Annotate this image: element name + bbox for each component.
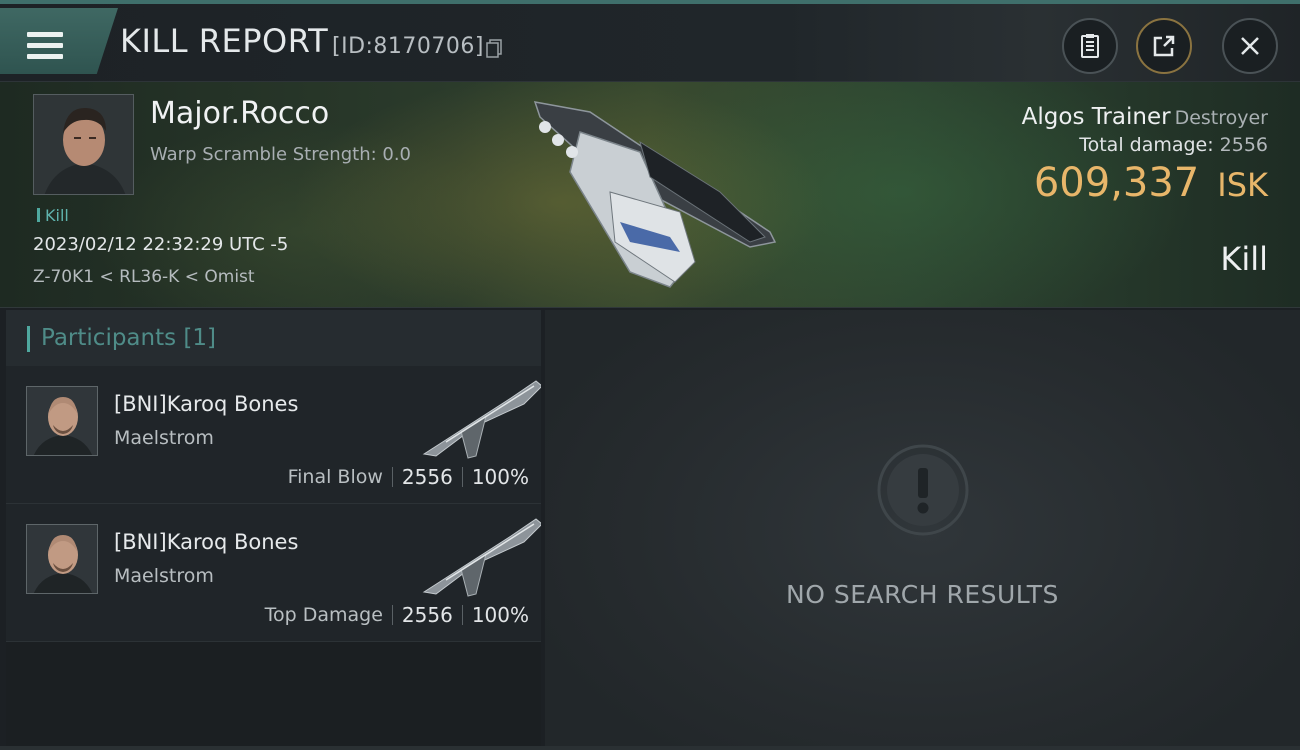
participant-portrait-image: [27, 387, 97, 455]
total-damage-value: 2556: [1219, 134, 1268, 156]
participant-ship: Maelstrom: [114, 565, 214, 587]
victim-ship-class: Destroyer: [1174, 107, 1268, 129]
participant-percent: 100%: [471, 465, 529, 489]
participant-damage: 2556: [401, 465, 453, 489]
warp-scramble-strength: Warp Scramble Strength: 0.0: [150, 144, 412, 165]
participant-avatar[interactable]: [26, 386, 98, 456]
weapon-icon[interactable]: [416, 514, 541, 599]
stat-divider: [461, 467, 463, 487]
kill-tag: Kill: [37, 206, 69, 225]
result-type: Kill: [1220, 240, 1268, 278]
participant-row[interactable]: [BNI]Karoq Bones Maelstrom Top Damage 25…: [6, 504, 541, 642]
menu-button[interactable]: [0, 8, 118, 74]
page-title: KILL REPORT: [120, 22, 329, 60]
participant-role: Final Blow: [287, 466, 383, 488]
participant-ship: Maelstrom: [114, 427, 214, 449]
participant-name[interactable]: [BNI]Karoq Bones: [114, 530, 298, 554]
bottom-edge: [0, 746, 1300, 750]
participant-avatar[interactable]: [26, 524, 98, 594]
total-damage-label: Total damage:: [1079, 134, 1214, 156]
participant-stats: Final Blow 2556 100%: [288, 465, 529, 489]
participants-header: Participants [1]: [6, 310, 541, 366]
participant-portrait-image: [27, 525, 97, 593]
kill-datetime: 2023/02/12 22:32:29 UTC -5: [33, 234, 289, 255]
copy-icon[interactable]: [486, 39, 502, 58]
victim-portrait-image: [34, 95, 133, 194]
participant-percent: 100%: [471, 603, 529, 627]
kill-location[interactable]: Z-70K1 < RL36-K < Omist: [33, 267, 255, 287]
participant-stats: Top Damage 2556 100%: [265, 603, 529, 627]
close-icon: [1241, 37, 1259, 55]
victim-panel: Major.Rocco Warp Scramble Strength: 0.0 …: [0, 82, 1300, 308]
share-icon: [1153, 35, 1175, 57]
victim-ship-summary: Algos Trainer Destroyer Total damage: 2556…: [1022, 104, 1268, 206]
kill-id: [ID:8170706]: [332, 34, 484, 59]
menu-icon: [27, 32, 63, 59]
isk-unit: ISK: [1217, 166, 1268, 204]
participant-role: Top Damage: [264, 604, 383, 626]
victim-name[interactable]: Major.Rocco: [150, 96, 329, 131]
stat-divider: [391, 467, 393, 487]
participant-row[interactable]: [BNI]Karoq Bones Maelstrom Final Blow 25…: [6, 366, 541, 504]
no-search-results-message: NO SEARCH RESULTS: [786, 580, 1059, 609]
isk-value: 609,337: [1033, 160, 1200, 206]
victim-ship-image[interactable]: [520, 92, 790, 292]
participant-damage: 2556: [401, 603, 453, 627]
weapon-icon[interactable]: [416, 376, 541, 461]
clipboard-icon: [1081, 34, 1099, 58]
details-panel: NO SEARCH RESULTS: [545, 310, 1300, 750]
kill-report-header: KILL REPORT [ID:8170706]: [0, 4, 1300, 82]
victim-avatar[interactable]: [33, 94, 134, 195]
participants-title: Participants [1]: [41, 325, 216, 351]
victim-ship-name[interactable]: Algos Trainer: [1022, 104, 1171, 130]
participants-panel: Participants [1] [BNI]Karoq Bones Maelst…: [6, 310, 541, 746]
stat-divider: [461, 605, 463, 625]
participant-name[interactable]: [BNI]Karoq Bones: [114, 392, 298, 416]
alert-icon: [877, 444, 969, 536]
stat-divider: [391, 605, 393, 625]
share-button[interactable]: [1136, 18, 1192, 74]
close-button[interactable]: [1222, 18, 1278, 74]
clipboard-button[interactable]: [1062, 18, 1118, 74]
